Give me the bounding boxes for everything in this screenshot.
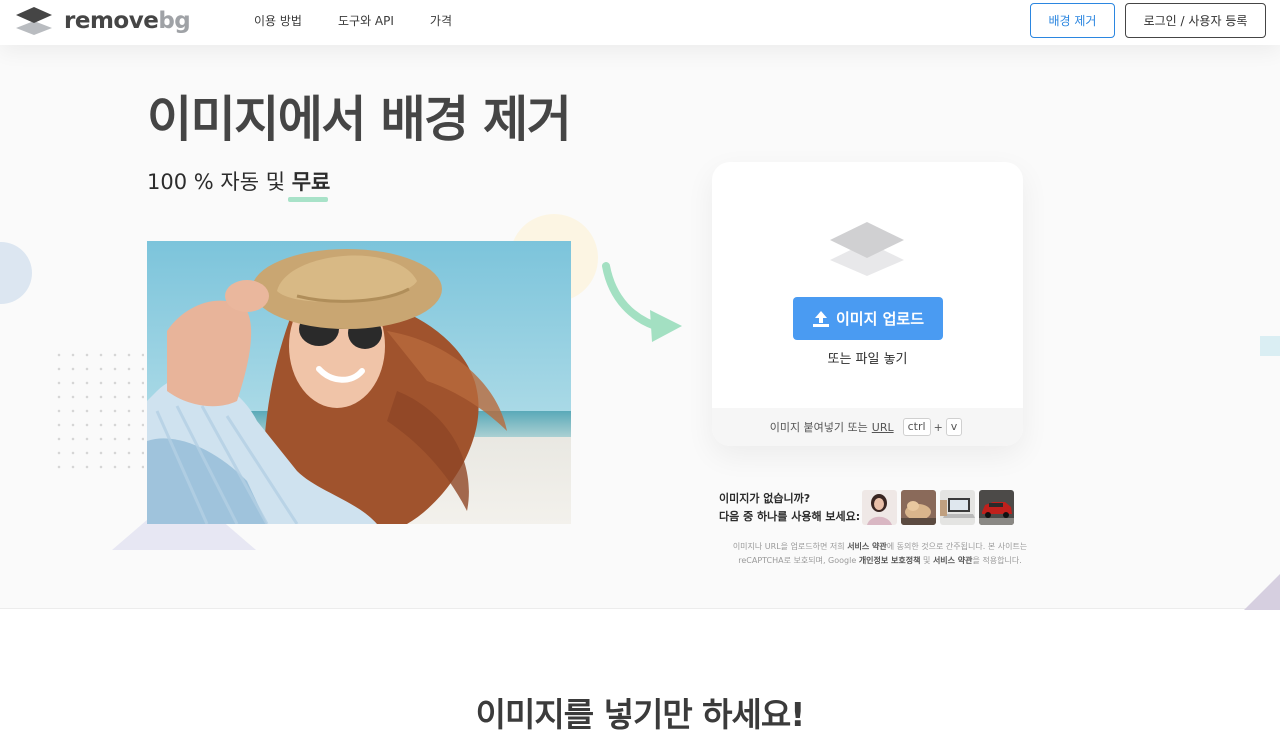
no-image-prompt: 이미지가 없습니까? 다음 중 하나를 사용해 보세요: [719, 490, 860, 526]
legal-text-2: 에 동의한 것으로 간주됩니다. 본 사이트는 [886, 542, 1028, 551]
upload-icon [812, 310, 830, 328]
legal-text-1: 이미지나 URL을 업로드하면 저희 [732, 542, 848, 551]
sample-thumb-woman[interactable] [862, 490, 897, 525]
decorative-square-right [1260, 336, 1280, 356]
sample-thumbnails [862, 490, 1018, 525]
decorative-dot-grid [52, 348, 144, 478]
logo-text: removebg [64, 7, 191, 35]
nav-tools-api[interactable]: 도구와 API [338, 12, 394, 30]
decorative-corner-triangle [1244, 574, 1280, 610]
sample-thumb-animal[interactable] [901, 490, 936, 525]
upload-card[interactable]: 이미지 업로드 또는 파일 놓기 이미지 붙여넣기 또는 URL ctrl + v [712, 162, 1023, 446]
hero-subtitle: 100 % 자동 및 무료 [147, 168, 330, 196]
section-title: 이미지를 넣기만 하세요! [475, 695, 806, 734]
paste-label: 이미지 붙여넣기 또는 URL [770, 419, 894, 435]
no-image-line-2: 다음 중 하나를 사용해 보세요: [719, 510, 861, 523]
woman-photo-illustration [147, 241, 571, 524]
legal-text-3: reCAPTCHA로 보호되며, Google [738, 556, 859, 565]
paste-text: 이미지 붙여넣기 또는 [769, 421, 868, 434]
login-signup-button[interactable]: 로그인 / 사용자 등록 [1125, 3, 1266, 38]
subtitle-prefix: 100 % 자동 및 [147, 170, 292, 194]
legal-text-4: 및 [920, 556, 933, 565]
google-terms-link[interactable]: 서비스 약관 [933, 556, 973, 565]
logo-layers-icon [16, 7, 52, 35]
privacy-policy-link[interactable]: 개인정보 보호정책 [859, 556, 921, 565]
subtitle-free: 무료 [291, 170, 331, 194]
legal-line-1: 이미지나 URL을 업로드하면 저희 서비스 약관에 동의한 것으로 간주됩니다… [712, 540, 1048, 554]
kbd-v: v [945, 418, 963, 436]
sample-thumb-laptop[interactable] [940, 490, 975, 525]
logo-text-remove: remove [64, 8, 159, 34]
nav-how-to-use[interactable]: 이용 방법 [254, 12, 302, 30]
legal-notice: 이미지나 URL을 업로드하면 저희 서비스 약관에 동의한 것으로 간주됩니다… [712, 540, 1048, 568]
upload-image-button[interactable]: 이미지 업로드 [793, 297, 943, 340]
layers-icon [830, 222, 904, 276]
free-underline [288, 197, 328, 202]
nav-pricing[interactable]: 가격 [430, 12, 452, 30]
sample-thumb-car[interactable] [979, 490, 1014, 525]
drop-file-text: 또는 파일 놓기 [827, 352, 908, 367]
kbd-ctrl: ctrl [902, 418, 931, 436]
curved-arrow-icon [602, 262, 682, 342]
legal-line-2: reCAPTCHA로 보호되며, Google 개인정보 보호정책 및 서비스 … [712, 554, 1048, 568]
url-link[interactable]: URL [872, 421, 894, 434]
upload-button-label: 이미지 업로드 [835, 310, 925, 328]
logo-text-bg: bg [158, 8, 191, 34]
hero-example-photo [147, 241, 571, 524]
main-nav: 이용 방법 도구와 API 가격 [254, 12, 488, 30]
header: removebg 이용 방법 도구와 API 가격 배경 제거 로그인 / 사용… [0, 0, 1280, 45]
logo[interactable]: removebg [16, 7, 191, 35]
remove-background-button[interactable]: 배경 제거 [1030, 3, 1115, 38]
paste-bar: 이미지 붙여넣기 또는 URL ctrl + v [712, 408, 1023, 446]
kbd-plus: + [933, 420, 943, 434]
legal-text-5: 을 적용합니다. [972, 556, 1022, 565]
page-title: 이미지에서 배경 제거 [147, 91, 572, 148]
no-image-line-1: 이미지가 없습니까? [719, 492, 811, 505]
terms-link[interactable]: 서비스 약관 [847, 542, 887, 551]
